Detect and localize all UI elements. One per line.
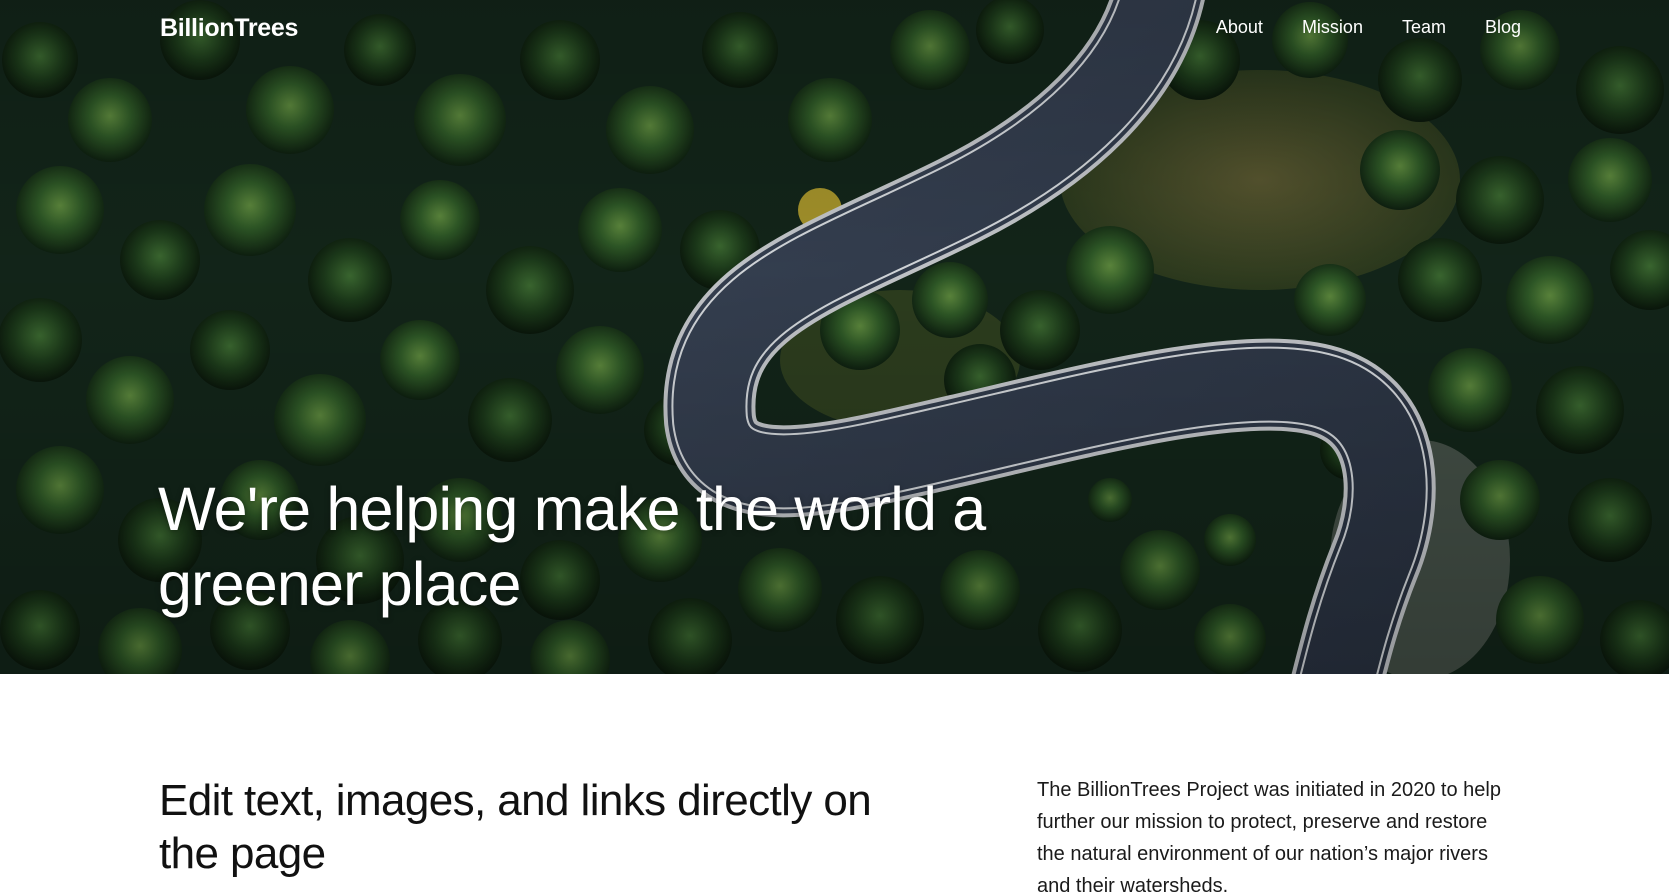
nav-link-about[interactable]: About bbox=[1216, 17, 1263, 38]
intro-section: Edit text, images, and links directly on… bbox=[0, 674, 1669, 893]
intro-paragraph: The BillionTrees Project was initiated i… bbox=[1037, 779, 1501, 893]
top-navigation: BillionTrees About Mission Team Blog bbox=[0, 0, 1669, 60]
nav-link-mission[interactable]: Mission bbox=[1302, 17, 1363, 38]
nav-link-team[interactable]: Team bbox=[1402, 17, 1446, 38]
page: BillionTrees About Mission Team Blog We'… bbox=[0, 0, 1669, 893]
nav-links: About Mission Team Blog bbox=[1216, 17, 1521, 38]
brand-logo[interactable]: BillionTrees bbox=[160, 14, 298, 43]
intro-heading: Edit text, images, and links directly on… bbox=[159, 776, 872, 878]
hero-headline: We're helping make the world a greener p… bbox=[158, 475, 986, 618]
hero-section: BillionTrees About Mission Team Blog We'… bbox=[0, 0, 1669, 674]
nav-link-blog[interactable]: Blog bbox=[1485, 17, 1521, 38]
